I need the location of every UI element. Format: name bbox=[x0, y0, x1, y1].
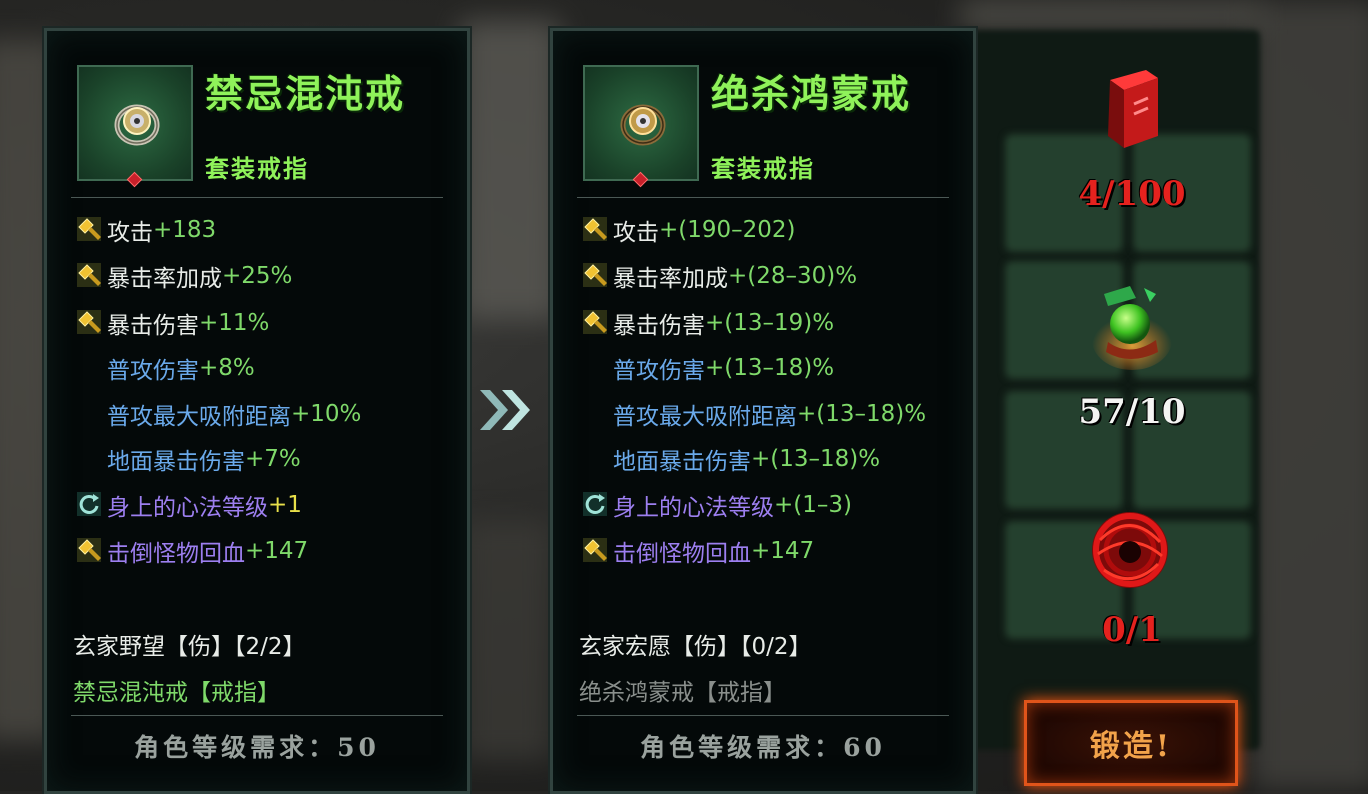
stat-value: +7% bbox=[245, 446, 301, 472]
material-count-orb: 57/10 bbox=[1078, 392, 1186, 432]
item-type: 套装戒指 bbox=[711, 154, 815, 183]
divider bbox=[577, 715, 949, 716]
stat-label: 地面暴击伤害 bbox=[107, 449, 245, 475]
upgrade-arrow-icon bbox=[480, 390, 530, 430]
stat-label: 攻击 bbox=[613, 220, 659, 246]
refresh-icon bbox=[75, 490, 105, 520]
stat-row: 普攻最大吸附距离 +(13–18)% bbox=[581, 397, 926, 431]
item-icon-frame bbox=[583, 65, 699, 188]
set-piece: 绝杀鸿蒙戒【戒指】 bbox=[579, 680, 786, 706]
stat-label: 身上的心法等级 bbox=[107, 495, 268, 521]
stat-row: 普攻最大吸附距离 +10% bbox=[75, 397, 361, 431]
stat-row: 攻击 +183 bbox=[75, 213, 216, 247]
hammer-icon bbox=[581, 536, 611, 566]
stat-row: 身上的心法等级 +(1–3) bbox=[581, 488, 852, 522]
stat-value: +11% bbox=[199, 310, 270, 336]
stat-indent bbox=[581, 353, 611, 383]
stat-value: +(13–18)% bbox=[797, 401, 927, 427]
item-name: 绝杀鸿蒙戒 bbox=[711, 71, 912, 116]
stat-row: 暴击伤害 +11% bbox=[75, 306, 269, 340]
stat-value: +(28–30)% bbox=[728, 263, 858, 289]
stat-value: +(13–18)% bbox=[705, 355, 835, 381]
item-icon-frame bbox=[77, 65, 193, 188]
set-name: 玄家野望【伤】【2/2】 bbox=[73, 634, 306, 660]
background-blur-b bbox=[460, 20, 560, 320]
current-item-panel: 禁忌混沌戒 套装戒指 攻击 +183 暴击率加成 +25% 暴击伤害 +11% 普攻伤害 +8… bbox=[44, 28, 470, 794]
level-requirement: 角色等级需求：60 bbox=[640, 733, 886, 762]
stat-value: +25% bbox=[222, 263, 293, 289]
stat-label: 暴击率加成 bbox=[107, 266, 222, 292]
stat-indent bbox=[75, 353, 105, 383]
stat-value: +147 bbox=[245, 538, 309, 564]
hammer-icon bbox=[581, 261, 611, 291]
item-type: 套装戒指 bbox=[205, 154, 309, 183]
green-orb-icon bbox=[1092, 286, 1172, 370]
stat-label: 暴击率加成 bbox=[613, 266, 728, 292]
stat-indent bbox=[581, 444, 611, 474]
stat-indent bbox=[75, 444, 105, 474]
material-count-book: 4/100 bbox=[1078, 174, 1186, 214]
ring-icon bbox=[114, 104, 160, 146]
stat-indent bbox=[75, 399, 105, 429]
stat-row: 身上的心法等级 +1 bbox=[75, 488, 302, 522]
hammer-icon bbox=[581, 215, 611, 245]
stat-row: 击倒怪物回血 +147 bbox=[75, 534, 308, 568]
stat-value: +10% bbox=[291, 401, 362, 427]
stat-label: 普攻伤害 bbox=[613, 358, 705, 384]
hammer-icon bbox=[75, 261, 105, 291]
hammer-icon bbox=[75, 308, 105, 338]
stat-label: 暴击伤害 bbox=[107, 313, 199, 339]
set-name: 玄家宏愿【伤】【0/2】 bbox=[579, 634, 812, 660]
stat-value: +(13–19)% bbox=[705, 310, 835, 336]
stat-row: 普攻伤害 +8% bbox=[75, 351, 255, 385]
divider bbox=[71, 715, 443, 716]
background-blur-d bbox=[1250, 0, 1368, 791]
stat-label: 普攻最大吸附距离 bbox=[613, 404, 797, 430]
stat-value: +147 bbox=[751, 538, 815, 564]
stat-label: 普攻伤害 bbox=[107, 358, 199, 384]
forge-button[interactable]: 锻造! bbox=[1024, 700, 1238, 786]
stat-row: 地面暴击伤害 +(13–18)% bbox=[581, 442, 880, 476]
stat-row: 普攻伤害 +(13–18)% bbox=[581, 351, 834, 385]
set-piece: 禁忌混沌戒【戒指】 bbox=[73, 680, 280, 706]
ring-icon bbox=[620, 104, 666, 146]
stat-indent bbox=[581, 399, 611, 429]
stat-label: 击倒怪物回血 bbox=[613, 541, 751, 567]
stat-row: 击倒怪物回血 +147 bbox=[581, 534, 814, 568]
red-book-icon bbox=[1108, 70, 1158, 148]
stat-value: +(190–202) bbox=[659, 217, 796, 243]
stat-label: 身上的心法等级 bbox=[613, 495, 774, 521]
stat-label: 暴击伤害 bbox=[613, 313, 705, 339]
stat-value: +1 bbox=[268, 492, 302, 518]
stat-label: 地面暴击伤害 bbox=[613, 449, 751, 475]
divider bbox=[577, 197, 949, 198]
refresh-icon bbox=[581, 490, 611, 520]
stat-value: +8% bbox=[199, 355, 255, 381]
stat-row: 攻击 +(190–202) bbox=[581, 213, 796, 247]
red-thread-icon bbox=[1092, 512, 1168, 588]
stat-row: 暴击率加成 +25% bbox=[75, 259, 292, 293]
hammer-icon bbox=[75, 536, 105, 566]
forge-result-panel: 绝杀鸿蒙戒 套装戒指 攻击 +(190–202) 暴击率加成 +(28–30)% 暴击伤… bbox=[550, 28, 976, 794]
stat-label: 普攻最大吸附距离 bbox=[107, 404, 291, 430]
level-requirement: 角色等级需求：50 bbox=[134, 733, 380, 762]
rarity-gem bbox=[632, 171, 649, 188]
stat-value: +(13–18)% bbox=[751, 446, 881, 472]
stat-row: 地面暴击伤害 +7% bbox=[75, 442, 301, 476]
stat-value: +183 bbox=[153, 217, 217, 243]
stat-label: 击倒怪物回血 bbox=[107, 541, 245, 567]
stat-label: 攻击 bbox=[107, 220, 153, 246]
background-blur-e bbox=[960, 0, 1260, 30]
item-name: 禁忌混沌戒 bbox=[205, 71, 406, 116]
stat-row: 暴击伤害 +(13–19)% bbox=[581, 306, 834, 340]
divider bbox=[71, 197, 443, 198]
material-count-thread: 0/1 bbox=[1102, 610, 1162, 650]
background-blur-c bbox=[462, 520, 552, 760]
stat-value: +(1–3) bbox=[774, 492, 852, 518]
stat-row: 暴击率加成 +(28–30)% bbox=[581, 259, 857, 293]
rarity-gem bbox=[126, 171, 143, 188]
hammer-icon bbox=[581, 308, 611, 338]
hammer-icon bbox=[75, 215, 105, 245]
